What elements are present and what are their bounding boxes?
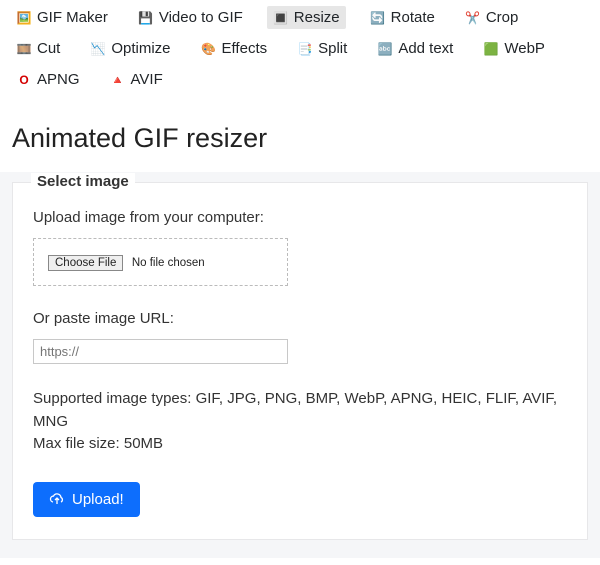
tool-apng-label: APNG <box>37 71 80 88</box>
tool-video-to-gif-label: Video to GIF <box>159 9 243 26</box>
tool-resize-label: Resize <box>294 9 340 26</box>
tool-rotate-icon: 🔄 <box>370 10 386 26</box>
tool-resize[interactable]: 🔳 Resize <box>267 6 346 29</box>
tool-webp[interactable]: 🟩 WebP <box>477 37 551 60</box>
no-file-chosen-text: No file chosen <box>132 257 205 269</box>
tool-effects-label: Effects <box>222 40 268 57</box>
file-drop-area[interactable]: Choose File No file chosen <box>33 238 288 286</box>
tool-avif-label: AVIF <box>131 71 163 88</box>
url-input[interactable] <box>33 339 288 364</box>
toolbar: 🖼️ GIF Maker 💾 Video to GIF 🔳 Resize 🔄 Rotate ✂️… <box>0 0 600 95</box>
choose-file-button[interactable]: Choose File <box>48 255 123 271</box>
tool-webp-icon: 🟩 <box>483 41 499 57</box>
upload-button[interactable]: Upload! <box>33 482 140 517</box>
tool-cut-icon: 🎞️ <box>16 41 32 57</box>
tool-cut-label: Cut <box>37 40 60 57</box>
tool-avif-icon: 🔺 <box>110 72 126 88</box>
tool-add-text-icon: 🔤 <box>377 41 393 57</box>
tool-rotate[interactable]: 🔄 Rotate <box>364 6 441 29</box>
supported-line: Supported image types: GIF, JPG, PNG, BM… <box>33 390 557 430</box>
tool-webp-label: WebP <box>504 40 545 57</box>
select-image-fieldset: Select image Upload image from your comp… <box>12 182 588 540</box>
tool-gif-maker-label: GIF Maker <box>37 9 108 26</box>
fieldset-legend: Select image <box>31 173 135 190</box>
tool-video-to-gif-icon: 💾 <box>138 10 154 26</box>
tool-cut[interactable]: 🎞️ Cut <box>10 37 66 60</box>
upload-label: Upload image from your computer: <box>33 209 567 226</box>
tool-gif-maker-icon: 🖼️ <box>16 10 32 26</box>
tool-crop-label: Crop <box>486 9 519 26</box>
tool-avif[interactable]: 🔺 AVIF <box>104 68 169 91</box>
tool-apng-icon: O <box>16 72 32 88</box>
tool-crop-icon: ✂️ <box>465 10 481 26</box>
tool-resize-icon: 🔳 <box>273 10 289 26</box>
tool-gif-maker[interactable]: 🖼️ GIF Maker <box>10 6 114 29</box>
tool-optimize-icon: 📉 <box>90 41 106 57</box>
supported-types-text: Supported image types: GIF, JPG, PNG, BM… <box>33 388 567 456</box>
page-title: Animated GIF resizer <box>12 123 600 154</box>
tool-effects[interactable]: 🎨 Effects <box>195 37 274 60</box>
tool-apng[interactable]: O APNG <box>10 68 86 91</box>
tool-crop[interactable]: ✂️ Crop <box>459 6 525 29</box>
tool-rotate-label: Rotate <box>391 9 435 26</box>
tool-optimize[interactable]: 📉 Optimize <box>84 37 176 60</box>
tool-video-to-gif[interactable]: 💾 Video to GIF <box>132 6 249 29</box>
tool-split-icon: 📑 <box>297 41 313 57</box>
tool-add-text[interactable]: 🔤 Add text <box>371 37 459 60</box>
cloud-upload-icon <box>49 491 65 507</box>
max-size-line: Max file size: 50MB <box>33 435 163 452</box>
tool-add-text-label: Add text <box>398 40 453 57</box>
tool-split-label: Split <box>318 40 347 57</box>
tool-optimize-label: Optimize <box>111 40 170 57</box>
upload-button-label: Upload! <box>72 491 124 508</box>
url-label: Or paste image URL: <box>33 310 567 327</box>
tool-split[interactable]: 📑 Split <box>291 37 353 60</box>
tool-effects-icon: 🎨 <box>201 41 217 57</box>
upload-panel: Select image Upload image from your comp… <box>0 172 600 558</box>
